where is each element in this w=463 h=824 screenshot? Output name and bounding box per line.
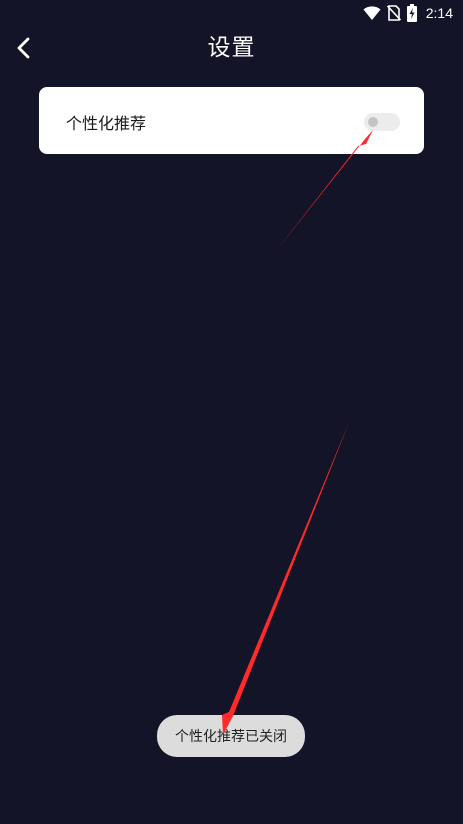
- toggle-knob: [368, 117, 378, 127]
- toast: 个性化推荐已关闭: [157, 715, 305, 757]
- settings-card: 个性化推荐: [39, 87, 424, 154]
- status-time: 2:14: [425, 5, 453, 21]
- setting-label-personalized-recommendation: 个性化推荐: [66, 114, 147, 133]
- annotation-arrow-to-toast: [222, 420, 350, 735]
- header: 设置: [0, 26, 463, 70]
- status-icons: 2:14: [363, 3, 453, 23]
- status-bar: 2:14: [0, 0, 463, 26]
- wifi-icon: [363, 6, 381, 20]
- toast-message: 个性化推荐已关闭: [175, 729, 287, 745]
- battery-charging-icon: [406, 4, 417, 22]
- no-sim-icon: [386, 5, 401, 21]
- personalized-recommendation-toggle[interactable]: [364, 113, 400, 131]
- page-title: 设置: [207, 35, 256, 61]
